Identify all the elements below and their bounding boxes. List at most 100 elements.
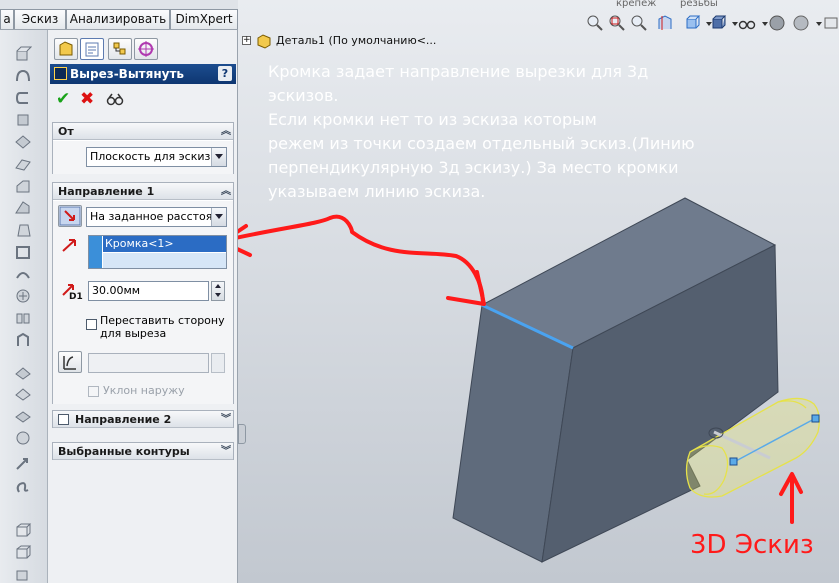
dome-icon[interactable]	[14, 288, 32, 304]
scene-icon[interactable]	[792, 14, 810, 32]
direction1-group-header[interactable]: Направление 1 ︽	[53, 183, 233, 200]
wrap-icon[interactable]	[14, 266, 32, 282]
annotation-line: перпендикулярную 3д эскизу.) За место кр…	[268, 158, 679, 177]
manager-tabs	[48, 35, 238, 61]
collapse-chevron-icon[interactable]: ︽	[221, 123, 231, 140]
part-body[interactable]	[452, 197, 779, 563]
rib-icon[interactable]	[14, 200, 32, 216]
scale-icon[interactable]	[14, 456, 32, 472]
dropdown-arrow-icon[interactable]	[810, 14, 822, 32]
direction-selection-box[interactable]: Кромка<1>	[88, 235, 227, 269]
instant3d-icon[interactable]	[14, 430, 32, 446]
ok-button[interactable]: ✔	[56, 90, 70, 108]
annotation-note: Кромка задает направление вырезки для 3д…	[268, 60, 695, 204]
wireframe-icon[interactable]	[14, 544, 32, 560]
revolve-icon[interactable]	[14, 68, 32, 84]
appearance-icon[interactable]	[768, 14, 786, 32]
curves-icon[interactable]	[14, 408, 32, 424]
loft-icon[interactable]	[14, 112, 32, 128]
draft-toggle-button[interactable]	[58, 351, 82, 373]
toolbar-label-left: крепеж	[616, 0, 657, 9]
direction2-group-header[interactable]: Направление 2 ︾	[53, 411, 233, 428]
expand-chevron-icon[interactable]: ︾	[221, 443, 231, 460]
selected-contours-group-header[interactable]: Выбранные контуры ︾	[53, 443, 233, 460]
draft-outward-label: Уклон наружу	[103, 384, 185, 397]
shaded-icon[interactable]	[14, 566, 32, 582]
draft-outward-checkbox[interactable]	[88, 386, 99, 397]
draft-icon[interactable]	[14, 222, 32, 238]
feature-manager-tab[interactable]	[54, 38, 78, 60]
zoom-to-fit-icon[interactable]	[586, 14, 604, 32]
dimxpert-manager-tab[interactable]	[134, 38, 158, 60]
extruded-boss-icon[interactable]	[14, 46, 33, 62]
reverse-direction-button[interactable]	[58, 205, 82, 227]
from-group-header[interactable]: От ︽	[53, 123, 233, 140]
dropdown-arrow-icon[interactable]	[756, 14, 768, 32]
expand-plus-icon[interactable]: +	[242, 36, 251, 45]
hide-show-items-icon[interactable]	[738, 14, 756, 32]
section-view-icon[interactable]	[656, 14, 674, 32]
configuration-manager-tab[interactable]	[108, 38, 132, 60]
annotation-arrow-sketch	[779, 472, 803, 524]
preview-icon[interactable]	[106, 92, 124, 110]
box-view-icon[interactable]	[14, 522, 32, 538]
sweep-icon[interactable]	[14, 90, 32, 106]
depth-input[interactable]: 30.00мм	[88, 281, 209, 301]
collapse-chevron-icon[interactable]: ︽	[221, 183, 231, 200]
fillet-icon[interactable]	[14, 156, 32, 172]
selection-list-bar	[89, 236, 102, 268]
help-button[interactable]: ?	[218, 66, 232, 81]
part-side-face[interactable]	[541, 244, 779, 563]
reference-geometry-icon[interactable]	[14, 386, 32, 402]
direction-vector-icon	[61, 237, 79, 256]
command-manager-tabs: а Эскиз Анализировать DimXpert	[0, 0, 238, 30]
end-condition-value: На заданное расстоянии	[90, 210, 227, 223]
boundary-icon[interactable]	[14, 134, 32, 150]
tab-sketch[interactable]: Эскиз	[14, 9, 66, 29]
dropdown-arrow-icon[interactable]	[211, 148, 226, 166]
previous-view-icon[interactable]	[630, 14, 648, 32]
cut-extrude-icon	[54, 67, 67, 80]
flip-side-checkbox[interactable]	[86, 319, 97, 330]
hole-wizard-icon[interactable]	[14, 364, 32, 380]
dropdown-arrow-icon[interactable]	[211, 208, 226, 226]
feature-tree-flyout[interactable]: + Деталь1 (По умолчанию<...	[240, 30, 500, 52]
pattern-icon[interactable]	[14, 332, 32, 348]
direction2-group: Направление 2 ︾	[52, 410, 234, 428]
selection-item[interactable]: Кромка<1>	[103, 236, 226, 252]
split-icon[interactable]	[14, 478, 32, 494]
toolbar-label-right: резьбы	[680, 0, 718, 9]
heads-up-view-toolbar: крепеж резьбы	[580, 0, 839, 40]
draft-angle-input[interactable]	[88, 353, 209, 373]
chamfer-icon[interactable]	[14, 178, 32, 194]
annotation-line: указываем линию эскиза.	[268, 182, 486, 201]
shell-icon[interactable]	[14, 244, 32, 260]
dropdown-arrow-icon[interactable]	[700, 14, 712, 32]
annotation-line: эскизов.	[268, 86, 339, 105]
property-manager-tab[interactable]	[80, 38, 104, 60]
direction2-checkbox[interactable]	[58, 414, 69, 425]
mirror-icon[interactable]	[14, 310, 32, 326]
annotation-line: Если кромки нет то из эскиза которым	[268, 110, 597, 129]
tab-features[interactable]: а	[0, 9, 14, 29]
draft-angle-spinner[interactable]	[211, 353, 225, 373]
tab-dimxpert[interactable]: DimXpert	[170, 9, 238, 29]
dropdown-arrow-icon[interactable]	[726, 14, 738, 32]
depth-spinner[interactable]	[211, 281, 225, 301]
sketch-3d[interactable]	[685, 397, 820, 498]
from-start-condition-select[interactable]: Плоскость для эскиза	[86, 147, 227, 167]
depth-dimension-icon: D1	[61, 281, 83, 302]
view-settings-icon[interactable]	[822, 14, 839, 32]
features-toolbar	[0, 30, 48, 583]
part-front-face[interactable]	[452, 304, 574, 563]
tab-evaluate[interactable]: Анализировать	[66, 9, 170, 29]
selection-empty-row	[103, 253, 226, 268]
part-top-face[interactable]	[480, 197, 777, 349]
zoom-to-area-icon[interactable]	[608, 14, 626, 32]
pm-actions: ✔ ✖	[54, 88, 144, 110]
cancel-button[interactable]: ✖	[80, 90, 94, 108]
panel-collapse-handle[interactable]	[238, 424, 246, 444]
end-condition-select[interactable]: На заданное расстоянии	[86, 207, 227, 227]
selected-edge[interactable]	[481, 303, 574, 350]
expand-chevron-icon[interactable]: ︾	[221, 411, 231, 428]
